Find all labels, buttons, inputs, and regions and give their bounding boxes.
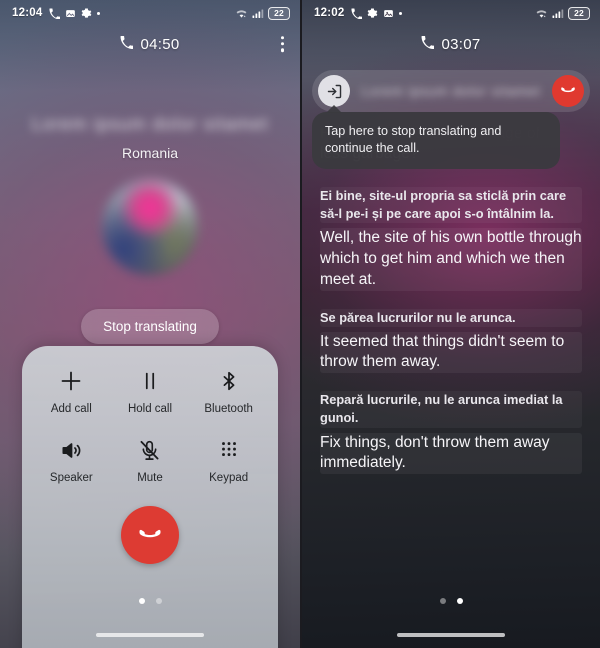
action-keypad[interactable]: Keypad bbox=[189, 437, 268, 484]
transcript-translated-text: Fix things, don't throw them away immedi… bbox=[320, 432, 582, 475]
stop-translating-button[interactable]: Stop translating bbox=[81, 309, 219, 344]
phone-icon bbox=[421, 35, 435, 53]
bluetooth-icon bbox=[218, 368, 240, 394]
action-label: Add call bbox=[50, 403, 92, 415]
gesture-bar[interactable] bbox=[96, 633, 204, 637]
translate-top-bar: Lorem ipsum dolor sitamet bbox=[312, 70, 590, 112]
stop-translating-tooltip: Tap here to stop translating and continu… bbox=[312, 105, 560, 169]
phone-icon bbox=[49, 7, 61, 19]
screenshot-icon bbox=[383, 8, 394, 19]
status-notification-icons bbox=[351, 7, 403, 19]
end-call-icon bbox=[559, 81, 577, 102]
transcript-entry: Se părea lucrurilor nu le arunca. It see… bbox=[320, 308, 582, 374]
speaker-icon bbox=[60, 437, 83, 463]
exit-translate-icon[interactable] bbox=[318, 75, 350, 107]
caller-info: Lorem ipsum dolor sitamet Romania bbox=[0, 114, 300, 275]
action-label: Speaker bbox=[49, 472, 93, 484]
page-indicator-right[interactable] bbox=[302, 598, 600, 604]
transcript-source-text: Ei bine, site-ul propria sa sticlă prin … bbox=[320, 186, 582, 224]
transcript-entry: Repară lucrurile, nu le arunca imediat l… bbox=[320, 391, 582, 475]
dot-icon bbox=[399, 11, 403, 15]
battery-indicator: 22 bbox=[268, 6, 290, 20]
caller-name: Lorem ipsum dolor sitamet bbox=[31, 114, 269, 134]
call-header-left: 04:50 bbox=[0, 26, 300, 62]
status-clock: 12:02 bbox=[314, 7, 345, 19]
phone-panel-translate-screen: 12:02 22 03:07 Lorem ipsum dolor sitamet… bbox=[300, 0, 600, 648]
action-speaker[interactable]: Speaker bbox=[32, 437, 111, 484]
battery-indicator: 22 bbox=[568, 6, 590, 20]
action-hold-call[interactable]: Hold call bbox=[111, 368, 190, 415]
action-label: Bluetooth bbox=[204, 403, 253, 415]
status-system-icons: 22 bbox=[535, 6, 590, 20]
phone-icon bbox=[120, 35, 134, 53]
mic-off-icon bbox=[138, 437, 161, 463]
dual-screenshot-stage: 12:04 22 04:50 Lorem ipsum dolor sitamet… bbox=[0, 0, 600, 648]
pause-icon bbox=[139, 368, 161, 394]
caller-name: Lorem ipsum dolor sitamet bbox=[361, 83, 541, 99]
action-label: Mute bbox=[137, 472, 163, 484]
page-dot-1[interactable] bbox=[138, 598, 145, 604]
page-dot-2[interactable] bbox=[456, 598, 463, 604]
transcript-translated-text: It seemed that things didn't seem to thr… bbox=[320, 331, 582, 374]
signal-icon bbox=[552, 8, 564, 19]
action-mute[interactable]: Mute bbox=[111, 437, 190, 484]
phone-icon bbox=[351, 7, 363, 19]
call-duration: 04:50 bbox=[140, 35, 180, 53]
action-label: Hold call bbox=[127, 403, 173, 415]
end-call-button[interactable] bbox=[121, 506, 179, 564]
call-header-right: 03:07 bbox=[302, 26, 600, 62]
call-timer-group: 04:50 bbox=[120, 35, 180, 53]
transcript-source-text: Repară lucrurile, nu le arunca imediat l… bbox=[320, 391, 582, 428]
plus-icon bbox=[59, 368, 83, 394]
call-duration: 03:07 bbox=[441, 35, 481, 53]
contact-avatar bbox=[102, 179, 198, 275]
gesture-bar[interactable] bbox=[397, 633, 505, 637]
dialpad-icon bbox=[218, 437, 240, 463]
page-dot-2[interactable] bbox=[155, 598, 162, 604]
phone-panel-call-screen: 12:04 22 04:50 Lorem ipsum dolor sitamet… bbox=[0, 0, 300, 648]
page-dot-1[interactable] bbox=[439, 598, 446, 604]
status-clock: 12:04 bbox=[12, 7, 43, 19]
kebab-menu-icon[interactable] bbox=[280, 36, 284, 52]
signal-icon bbox=[252, 8, 264, 19]
transcript-entry: Ei bine, site-ul propria sa sticlă prin … bbox=[320, 186, 582, 291]
status-bar-right: 12:02 22 bbox=[302, 0, 600, 26]
screenshot-icon bbox=[65, 8, 76, 19]
call-timer-group: 03:07 bbox=[421, 35, 481, 53]
gear-icon bbox=[81, 7, 92, 19]
in-call-actions-grid: Add call Hold call Bluetooth Speaker Mut… bbox=[32, 368, 268, 484]
end-call-button[interactable] bbox=[552, 75, 584, 107]
gear-icon bbox=[367, 7, 378, 19]
page-indicator-left[interactable] bbox=[0, 598, 300, 604]
transcript-translated-text: Well, the site of his own bottle through… bbox=[320, 228, 582, 291]
status-system-icons: 22 bbox=[235, 6, 290, 20]
wifi-icon bbox=[235, 8, 248, 19]
dot-icon bbox=[97, 11, 101, 15]
action-bluetooth[interactable]: Bluetooth bbox=[189, 368, 268, 415]
action-label: Keypad bbox=[209, 472, 249, 484]
action-add-call[interactable]: Add call bbox=[32, 368, 111, 415]
transcript-source-text: Se părea lucrurilor nu le arunca. bbox=[320, 308, 582, 327]
caller-location: Romania bbox=[121, 145, 179, 161]
translation-transcript: How can you take advantage of less garba… bbox=[302, 124, 600, 475]
status-notification-icons bbox=[49, 7, 101, 19]
end-call-icon bbox=[136, 520, 164, 551]
wifi-icon bbox=[535, 8, 548, 19]
status-bar-left: 12:04 22 bbox=[0, 0, 300, 26]
